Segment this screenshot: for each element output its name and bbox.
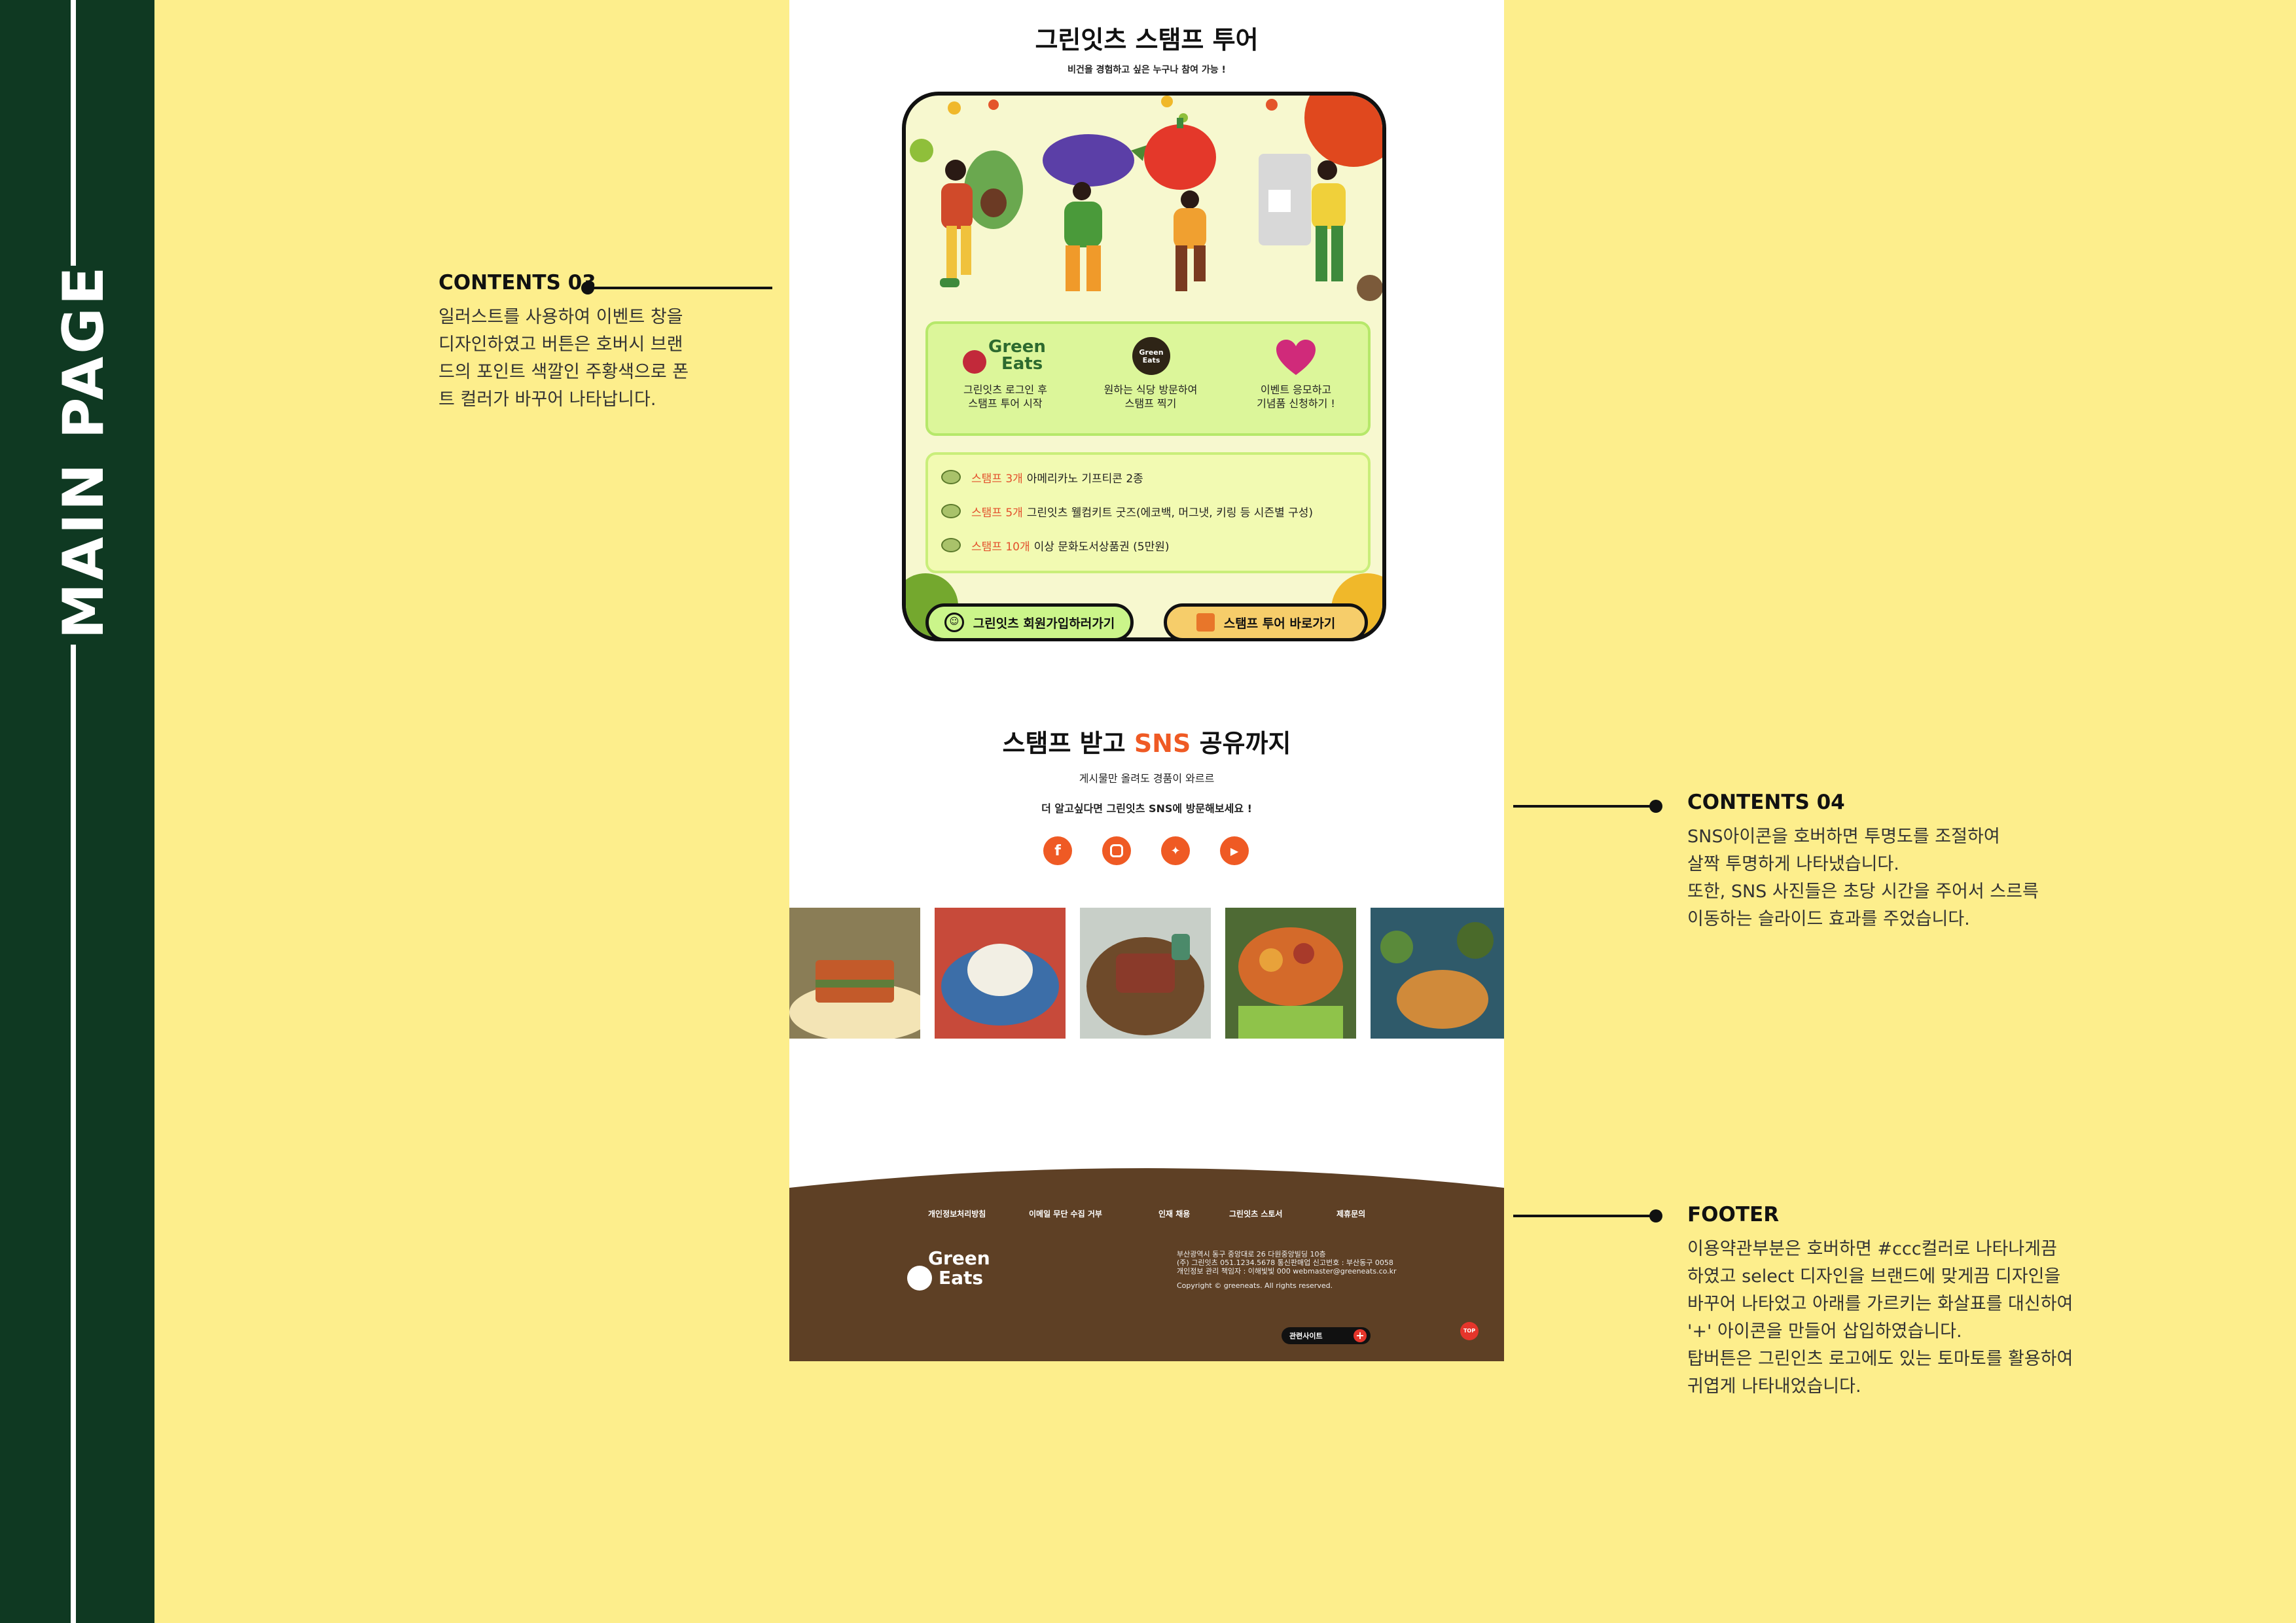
tomato-logo-icon: [907, 1266, 932, 1291]
sns-photo[interactable]: [1371, 908, 1504, 1039]
footer-link-recruit[interactable]: 인재 채용: [1158, 1208, 1190, 1219]
people-carrying-vegetables-illustration: [910, 96, 1382, 301]
vegan-sandwich-photo-icon: [789, 908, 920, 1039]
step-visit: Green Eats 원하는 식당 방문하여 스탬프 찍기: [1079, 337, 1223, 410]
footer-logo: Green Eats: [905, 1247, 996, 1294]
annotation-dot: [1649, 1209, 1662, 1222]
puzzle-icon: [1196, 613, 1215, 632]
sidebar-title: MAIN PAGE: [51, 264, 117, 639]
step-label: 그린잇츠 로그인 후 스탬프 투어 시작: [963, 383, 1047, 410]
annotation-dot: [1649, 800, 1662, 813]
rice-platter-photo-icon: [935, 908, 1066, 1039]
footer-link-privacy[interactable]: 개인정보처리방침: [928, 1208, 986, 1219]
pancake-table-photo-icon: [1371, 908, 1504, 1039]
sns-line2: 더 알고싶다면 그린잇츠 SNS에 방문해보세요 !: [1041, 802, 1252, 815]
reward-item: 스탬프 5개 그린잇츠 웰컴키트 굿즈(에코백, 머그냇, 키링 등 시즌별 구…: [941, 499, 1313, 523]
plus-icon: +: [1354, 1329, 1367, 1342]
reward-item: 스탬프 10개 이상 문화도서상품권 (5만원): [941, 533, 1170, 557]
instagram-icon[interactable]: [1102, 836, 1131, 865]
stamp-tour-title: 그린잇츠 스탬프 투어: [1035, 26, 1259, 54]
annotation-text: SNS아이콘을 호버하면 투명도를 조절하여 살짝 투명하게 나타냈습니다. 또…: [1687, 827, 2039, 929]
bean-bullet-icon: [941, 504, 961, 518]
footer-link-store[interactable]: 그린잇츠 스토서: [1229, 1208, 1282, 1219]
top-button[interactable]: TOP: [1460, 1322, 1479, 1340]
stamp-tour-steps: Green Eats 그린잇츠 로그인 후 스탬프 투어 시작 Green Ea…: [925, 321, 1371, 436]
sns-title: 스탬프 받고 SNS 공유까지: [1002, 729, 1291, 758]
step-label: 원하는 식당 방문하여 스탬프 찍기: [1103, 383, 1198, 410]
annotation-text: 일러스트를 사용하여 이벤트 창을 디자인하였고 버튼은 호버시 브랜 드의 포…: [439, 307, 689, 410]
sns-photo[interactable]: [1225, 908, 1356, 1039]
annotation-connector: [1513, 805, 1657, 808]
annotation-title: FOOTER: [1687, 1203, 1780, 1226]
sns-photo[interactable]: [1080, 908, 1211, 1039]
stamp-tour-subtitle: 비건을 경험하고 싶은 누구나 참여 가능 !: [1067, 65, 1226, 75]
annotation-contents03: CONTENTS 03 일러스트를 사용하여 이벤트 창을 디자인하였고 버튼은…: [439, 271, 689, 414]
sns-photo[interactable]: [789, 908, 920, 1039]
annotation-title: CONTENTS 03: [439, 271, 596, 294]
stamp-tour-card: Green Eats 그린잇츠 로그인 후 스탬프 투어 시작 Green Ea…: [902, 92, 1386, 641]
bean-bullet-icon: [941, 538, 961, 552]
smile-icon: ☺: [944, 613, 964, 632]
salad-bowl-photo-icon: [1225, 908, 1356, 1039]
stamp-rewards-list: 스탬프 3개 아메리카노 기프티콘 2종 스탬프 5개 그린잇츠 웰컴키트 굿즈…: [925, 452, 1371, 573]
sandwich-plate-photo-icon: [1080, 908, 1211, 1039]
website-mockup: 그린잇츠 스탬프 투어 비건을 경험하고 싶은 누구나 참여 가능 ! Gree…: [789, 0, 1504, 1361]
green-eats-logo-icon: Green Eats: [933, 337, 1077, 378]
sidebar-line-bottom: [71, 645, 76, 1623]
sidebar-line-top: [71, 0, 76, 266]
footer-link-email-refusal[interactable]: 이메일 무단 수집 거부: [1029, 1208, 1102, 1219]
twitter-icon[interactable]: ✦: [1161, 836, 1190, 865]
reward-item: 스탬프 3개 아메리카노 기프티콘 2종: [941, 465, 1143, 489]
youtube-icon[interactable]: ▶: [1220, 836, 1249, 865]
sns-line1: 게시물만 올려도 경품이 와르르: [1079, 772, 1215, 785]
related-sites-select[interactable]: 관련사이트 +: [1282, 1327, 1371, 1344]
step-login: Green Eats 그린잇츠 로그인 후 스탬프 투어 시작: [933, 337, 1077, 410]
footer-company-info: 부산광역시 동구 중앙대로 26 다원중앙빌딩 10층 (주) 그린잇츠 051…: [1177, 1250, 1397, 1275]
facebook-icon[interactable]: f: [1043, 836, 1072, 865]
step-label: 이벤트 응모하고 기념품 신청하기 !: [1257, 383, 1335, 410]
footer-background: [789, 1168, 1504, 1361]
stamp-icon: Green Eats: [1079, 337, 1223, 378]
stamp-tour-button[interactable]: 스탬프 투어 바로가기: [1164, 603, 1368, 641]
step-apply: 이벤트 응모하고 기념품 신청하기 !: [1224, 337, 1368, 410]
annotation-title: CONTENTS 04: [1687, 791, 1845, 814]
sns-photo[interactable]: [935, 908, 1066, 1039]
bean-bullet-icon: [941, 470, 961, 484]
annotation-contents04: CONTENTS 04 SNS아이콘을 호버하면 투명도를 조절하여 살짝 투명…: [1687, 791, 2039, 933]
annotation-connector: [1513, 1215, 1657, 1217]
heart-icon: [1224, 337, 1368, 378]
footer-link-partnership[interactable]: 제휴문의: [1336, 1208, 1365, 1219]
annotation-text: 이용약관부분은 호버하면 #ccc컬러로 나타나게끔 하였고 select 디자…: [1687, 1239, 2073, 1397]
annotation-footer: FOOTER 이용약관부분은 호버하면 #ccc컬러로 나타나게끔 하였고 se…: [1687, 1203, 2073, 1400]
sidebar: MAIN PAGE: [0, 0, 154, 1623]
footer-copyright: Copyright © greeneats. All rights reserv…: [1177, 1281, 1333, 1290]
annotation-connector: [588, 287, 772, 289]
join-member-button[interactable]: ☺ 그린잇츠 회원가입하러가기: [925, 603, 1134, 641]
